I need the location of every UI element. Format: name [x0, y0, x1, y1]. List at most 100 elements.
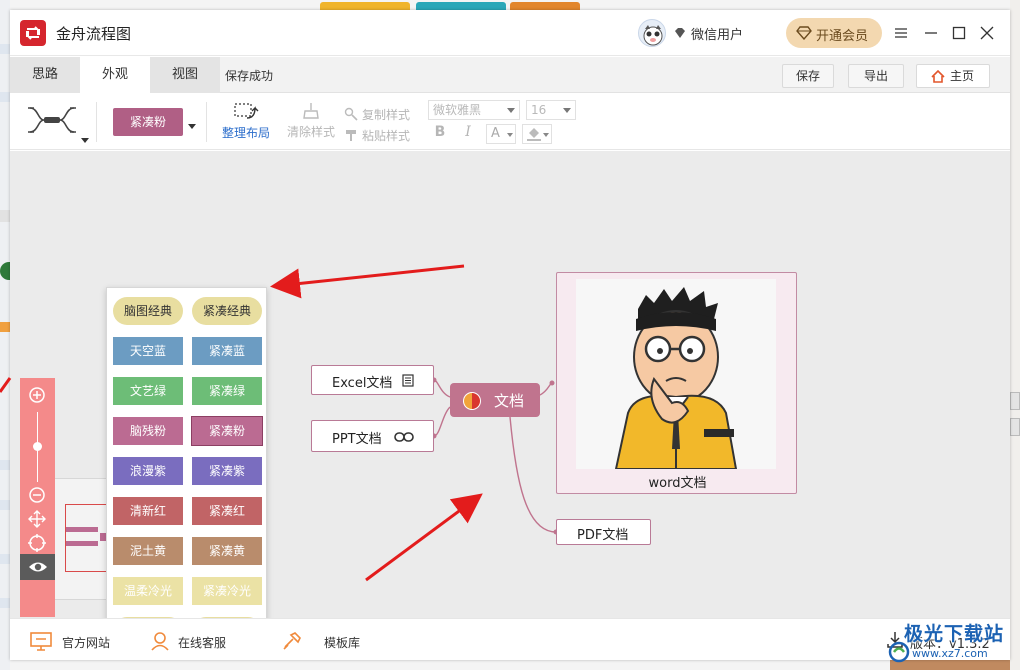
theme-option[interactable]: 紧凑经典 — [192, 297, 262, 325]
home-button[interactable]: 主页 — [916, 64, 990, 88]
zoom-out-icon[interactable] — [28, 486, 46, 504]
clear-style-button[interactable]: 清除样式 — [286, 102, 336, 140]
node-word[interactable]: word文档 — [556, 272, 797, 494]
broom-icon — [303, 103, 319, 119]
copy-style-icon — [344, 107, 358, 121]
title-bar: 金舟流程图 微信用户 开通会员 — [10, 10, 1010, 56]
tab-idea[interactable]: 思路 — [10, 57, 80, 93]
move-icon[interactable] — [28, 510, 46, 528]
status-bar: 官方网站 在线客服 模板库 版本：v1.3.2 — [10, 618, 1010, 660]
template-library-link[interactable]: 模板库 — [282, 631, 366, 651]
chevron-down-icon — [563, 108, 571, 113]
maximize-icon[interactable] — [948, 22, 970, 44]
font-size-select[interactable]: 16 — [526, 100, 576, 120]
theme-option[interactable]: 紧凑绿 — [192, 377, 262, 405]
cartoon-image — [576, 279, 776, 470]
theme-option[interactable]: 紧凑冷光 — [192, 577, 262, 605]
chevron-down-icon — [507, 108, 515, 113]
node-word-label: word文档 — [648, 476, 707, 491]
theme-option[interactable]: 文艺绿 — [113, 377, 183, 405]
zoom-panel — [20, 378, 55, 617]
font-color-label: A — [491, 126, 500, 141]
paste-style-icon — [346, 130, 356, 141]
node-pdf-label: PDF文档 — [577, 528, 629, 543]
note-icon — [402, 374, 414, 387]
theme-option[interactable]: 浪漫紫 — [113, 457, 183, 485]
close-icon[interactable] — [976, 22, 998, 44]
paste-style-label: 粘贴样式 — [362, 129, 411, 143]
theme-option[interactable]: 紧凑紫 — [192, 457, 262, 485]
mindmap-structure-icon[interactable] — [26, 102, 78, 138]
theme-option[interactable]: 紧凑红 — [192, 497, 262, 525]
theme-select[interactable]: 紧凑粉 — [113, 108, 183, 136]
theme-option[interactable]: 温柔冷光 — [113, 577, 183, 605]
app-logo-icon — [20, 20, 46, 46]
node-excel-label: Excel文档 — [332, 376, 393, 391]
zoom-in-icon[interactable] — [28, 386, 46, 404]
home-label: 主页 — [949, 69, 974, 83]
official-website-link[interactable]: 官方网站 — [30, 631, 114, 651]
tab-view[interactable]: 视图 — [150, 57, 220, 93]
paste-style-button[interactable]: 粘贴样式 — [344, 127, 416, 143]
user-name[interactable]: 微信用户 — [691, 24, 743, 43]
font-family-select[interactable]: 微软雅黑 — [428, 100, 520, 120]
watermark-url: www.xz7.com — [912, 647, 988, 660]
theme-option[interactable]: 清新红 — [113, 497, 183, 525]
member-gem-icon — [675, 28, 685, 38]
app-title: 金舟流程图 — [56, 25, 132, 43]
save-button[interactable]: 保存 — [782, 64, 834, 88]
half-circle-icon — [463, 392, 481, 410]
watermark-text: 极光下载站 — [904, 623, 1005, 645]
theme-dropdown-menu: 脑图经典 紧凑经典 天空蓝 紧凑蓝 文艺绿 紧凑绿 脑残粉 紧凑粉 浪漫紫 紧凑紫 清新红 紧凑红 泥土… — [106, 287, 267, 618]
copy-style-button[interactable]: 复制样式 — [344, 106, 416, 122]
export-button[interactable]: 导出 — [848, 64, 904, 88]
locate-center-icon[interactable] — [28, 534, 46, 552]
desktop-top-strip — [10, 0, 1010, 10]
tab-appearance[interactable]: 外观 — [80, 57, 150, 93]
fill-color-button[interactable] — [522, 124, 552, 144]
theme-option[interactable]: 紧凑蓝 — [192, 337, 262, 365]
font-size-value: 16 — [531, 103, 547, 117]
theme-option[interactable]: 天空蓝 — [113, 337, 183, 365]
user-avatar[interactable] — [638, 19, 666, 47]
bold-button[interactable]: B — [432, 124, 448, 144]
open-vip-button[interactable]: 开通会员 — [786, 18, 882, 48]
template-library-label: 模板库 — [324, 636, 361, 650]
open-vip-label: 开通会员 — [816, 29, 869, 44]
online-support-label: 在线客服 — [178, 636, 227, 650]
template-icon — [283, 632, 301, 650]
tab-bar: 思路 外观 视图 保存成功 保存 导出 主页 — [10, 57, 1010, 93]
support-agent-icon — [151, 632, 169, 651]
italic-button[interactable]: I — [460, 124, 476, 144]
paint-bucket-icon — [527, 128, 541, 141]
central-topic-label: 文档 — [494, 392, 525, 410]
zoom-slider-handle[interactable] — [33, 442, 42, 451]
node-excel[interactable]: Excel文档 — [311, 365, 434, 395]
diamond-icon — [796, 26, 812, 40]
minimize-icon[interactable] — [920, 22, 942, 44]
theme-option[interactable]: 紧凑粉 — [192, 417, 262, 445]
mindmap-canvas[interactable]: Excel文档 PPT文档 文档 word文档 PDF文档 脑图经典 紧凑经典 … — [10, 151, 1010, 618]
theme-option[interactable]: 紧凑黄 — [192, 537, 262, 565]
font-color-button[interactable]: A — [486, 124, 516, 144]
node-pdf[interactable]: PDF文档 — [556, 519, 651, 545]
theme-dropdown-caret[interactable] — [188, 124, 196, 129]
copy-style-label: 复制样式 — [362, 108, 411, 122]
font-family-value: 微软雅黑 — [433, 103, 482, 117]
toggle-minimap-button[interactable] — [20, 554, 55, 580]
theme-option[interactable]: 泥土黄 — [113, 537, 183, 565]
tidy-layout-button[interactable]: 整理布局 — [220, 102, 272, 144]
link-icon — [394, 432, 414, 442]
structure-dropdown-caret[interactable] — [81, 138, 89, 143]
eye-icon — [29, 562, 47, 572]
save-status: 保存成功 — [225, 69, 274, 83]
menu-icon[interactable] — [890, 22, 912, 44]
central-topic[interactable]: 文档 — [450, 383, 540, 417]
node-ppt[interactable]: PPT文档 — [311, 420, 434, 452]
online-support-link[interactable]: 在线客服 — [150, 631, 234, 651]
home-icon — [931, 70, 945, 83]
desktop-bottom-strip — [10, 660, 1010, 670]
theme-option[interactable]: 脑图经典 — [113, 297, 183, 325]
theme-option[interactable]: 脑残粉 — [113, 417, 183, 445]
tidy-layout-label: 整理布局 — [221, 126, 270, 140]
